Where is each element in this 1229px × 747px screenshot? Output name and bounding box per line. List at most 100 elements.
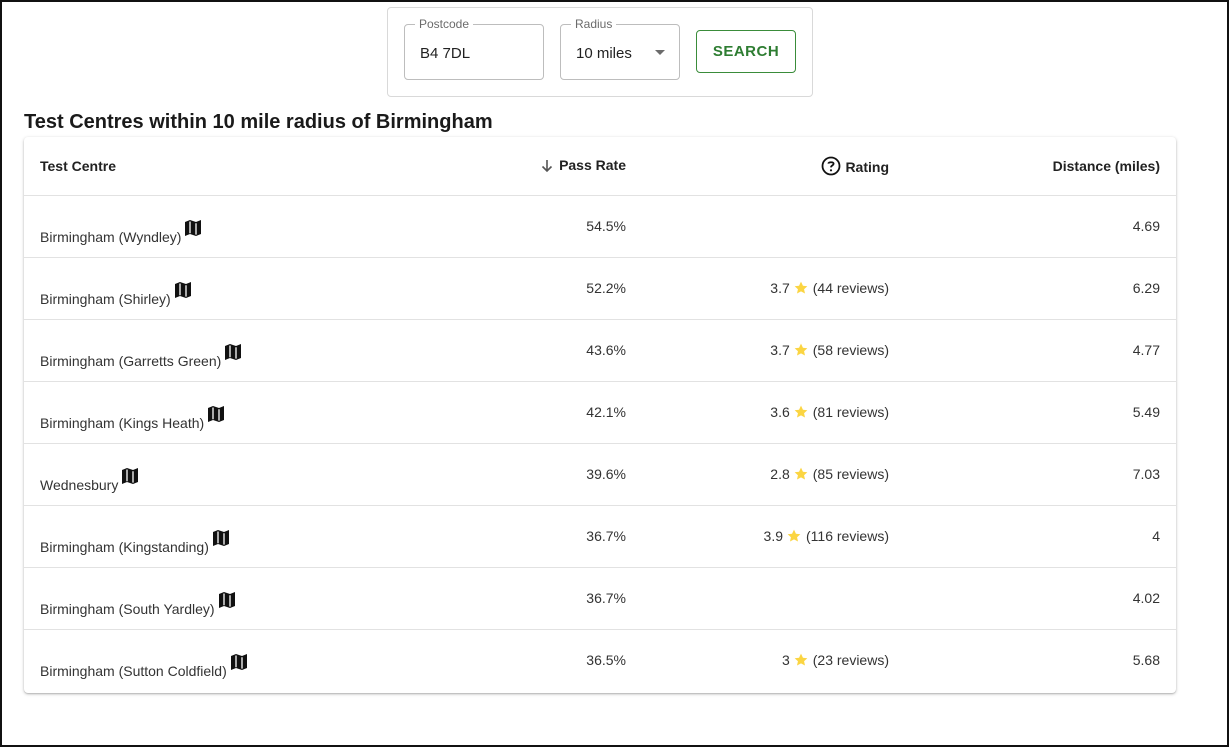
rating-value: 2.8 <box>770 466 790 482</box>
test-centre-name: Birmingham (Shirley) <box>40 290 171 307</box>
map-icon[interactable] <box>173 280 193 300</box>
cell-distance: 6.29 <box>905 257 1176 320</box>
star-icon <box>793 280 809 296</box>
page-title: Test Centres within 10 mile radius of Bi… <box>24 111 493 133</box>
pass-rate-value: 52.2% <box>586 280 626 296</box>
header-rating-label: Rating <box>845 158 889 175</box>
help-circle-icon[interactable] <box>821 156 841 176</box>
search-button[interactable]: SEARCH <box>696 30 796 73</box>
distance-value: 5.49 <box>1132 404 1160 420</box>
table-row: Birmingham (Wyndley) 54.5% 4.69 <box>24 195 1176 258</box>
distance-value: 4.02 <box>1132 590 1160 606</box>
cell-rating: 3.9 (116 reviews) <box>642 505 905 568</box>
header-test-centre[interactable]: Test Centre <box>24 137 444 196</box>
test-centres-table: Test Centre Pass Rate Rating Distance (m… <box>24 137 1176 693</box>
cell-rating: 3.6 (81 reviews) <box>642 381 905 444</box>
map-icon[interactable] <box>229 652 249 672</box>
table-row: Birmingham (Kingstanding) 36.7% 3.9 (116 re… <box>24 505 1176 568</box>
cell-test-centre: Birmingham (Garretts Green) <box>24 319 444 382</box>
star-icon <box>793 342 809 358</box>
review-count: (58 reviews) <box>812 342 889 358</box>
map-icon[interactable] <box>183 218 203 238</box>
pass-rate-value: 36.7% <box>586 590 626 606</box>
pass-rate-value: 43.6% <box>586 342 626 358</box>
star-icon <box>786 528 802 544</box>
cell-pass-rate: 43.6% <box>444 319 642 382</box>
test-centre-name: Birmingham (Garretts Green) <box>40 352 222 369</box>
cell-distance: 4.69 <box>905 195 1176 258</box>
rating-value: 3.7 <box>770 342 790 358</box>
header-pass-rate[interactable]: Pass Rate <box>444 137 642 196</box>
map-icon[interactable] <box>223 342 243 362</box>
test-centre-name: Birmingham (Wyndley) <box>40 228 182 245</box>
table-row: Birmingham (Shirley) 52.2% 3.7 (44 reviews)… <box>24 257 1176 320</box>
distance-value: 4 <box>1152 528 1160 544</box>
distance-value: 4.69 <box>1132 218 1160 234</box>
map-icon[interactable] <box>217 590 237 610</box>
cell-rating <box>642 195 905 258</box>
table-header-row: Test Centre Pass Rate Rating Distance (m… <box>24 137 1176 196</box>
table-row: Birmingham (Garretts Green) 43.6% 3.7 (58 r… <box>24 319 1176 382</box>
review-count: (116 reviews) <box>806 528 889 544</box>
cell-test-centre: Birmingham (Kingstanding) <box>24 505 444 568</box>
map-icon[interactable] <box>206 404 226 424</box>
header-rating[interactable]: Rating <box>642 137 905 196</box>
review-count: (81 reviews) <box>812 404 889 420</box>
radius-value[interactable]: 10 miles <box>576 45 632 63</box>
pass-rate-value: 39.6% <box>586 466 626 482</box>
star-icon <box>793 652 809 668</box>
pass-rate-value: 36.5% <box>586 652 626 669</box>
cell-distance: 5.49 <box>905 381 1176 444</box>
cell-pass-rate: 42.1% <box>444 381 642 444</box>
cell-pass-rate: 36.7% <box>444 567 642 630</box>
review-count: (44 reviews) <box>812 280 889 296</box>
header-pass-rate-label: Pass Rate <box>559 157 626 174</box>
search-panel: Postcode Radius 10 miles SEARCH <box>387 7 813 97</box>
test-centre-name: Birmingham (South Yardley) <box>40 600 215 617</box>
cell-distance: 4 <box>905 505 1176 568</box>
header-test-centre-label: Test Centre <box>40 157 116 174</box>
radius-select[interactable]: Radius 10 miles <box>560 17 680 80</box>
test-centre-name: Wednesbury <box>40 476 119 493</box>
cell-rating: 3.7 (58 reviews) <box>642 319 905 382</box>
cell-pass-rate: 52.2% <box>444 257 642 320</box>
cell-rating: 3.7 (44 reviews) <box>642 257 905 320</box>
distance-value: 7.03 <box>1132 466 1160 482</box>
cell-rating: 2.8 (85 reviews) <box>642 443 905 506</box>
cell-pass-rate: 36.7% <box>444 505 642 568</box>
cell-rating: 3 (23 reviews) <box>642 629 905 691</box>
postcode-field[interactable]: Postcode <box>404 17 544 80</box>
map-icon[interactable] <box>120 466 140 486</box>
cell-test-centre: Birmingham (Sutton Coldfield) <box>24 629 444 691</box>
cell-test-centre: Wednesbury <box>24 443 444 506</box>
cell-test-centre: Birmingham (Shirley) <box>24 257 444 320</box>
test-centre-name: Birmingham (Kingstanding) <box>40 538 209 555</box>
rating-value: 3.9 <box>763 528 783 544</box>
map-icon[interactable] <box>211 528 231 548</box>
cell-rating <box>642 567 905 630</box>
cell-pass-rate: 36.5% <box>444 629 642 691</box>
header-distance-label: Distance (miles) <box>1052 157 1160 174</box>
cell-test-centre: Birmingham (South Yardley) <box>24 567 444 630</box>
pass-rate-value: 54.5% <box>586 218 626 234</box>
app-frame: Postcode Radius 10 miles SEARCH Test Cen… <box>0 0 1229 747</box>
cell-distance: 5.68 <box>905 629 1176 691</box>
header-distance[interactable]: Distance (miles) <box>905 137 1176 196</box>
table-row: Wednesbury 39.6% 2.8 (85 reviews) 7.03 <box>24 443 1176 506</box>
dropdown-arrow-icon[interactable] <box>655 50 665 55</box>
rating-value: 3.7 <box>770 280 790 296</box>
pass-rate-value: 36.7% <box>586 528 626 544</box>
pass-rate-value: 42.1% <box>586 404 626 420</box>
test-centre-name: Birmingham (Kings Heath) <box>40 414 205 431</box>
distance-value: 4.77 <box>1132 342 1160 358</box>
postcode-input[interactable] <box>420 45 530 63</box>
table-row: Birmingham (South Yardley) 36.7% 4.02 <box>24 567 1176 630</box>
star-icon <box>793 466 809 482</box>
rating-value: 3 <box>781 652 790 669</box>
star-icon <box>793 404 809 420</box>
postcode-label: Postcode <box>415 17 474 31</box>
distance-value: 5.68 <box>1132 652 1160 669</box>
test-centre-name: Birmingham (Sutton Coldfield) <box>40 662 227 679</box>
arrow-down-icon[interactable] <box>539 158 555 174</box>
review-count: (23 reviews) <box>812 652 889 669</box>
